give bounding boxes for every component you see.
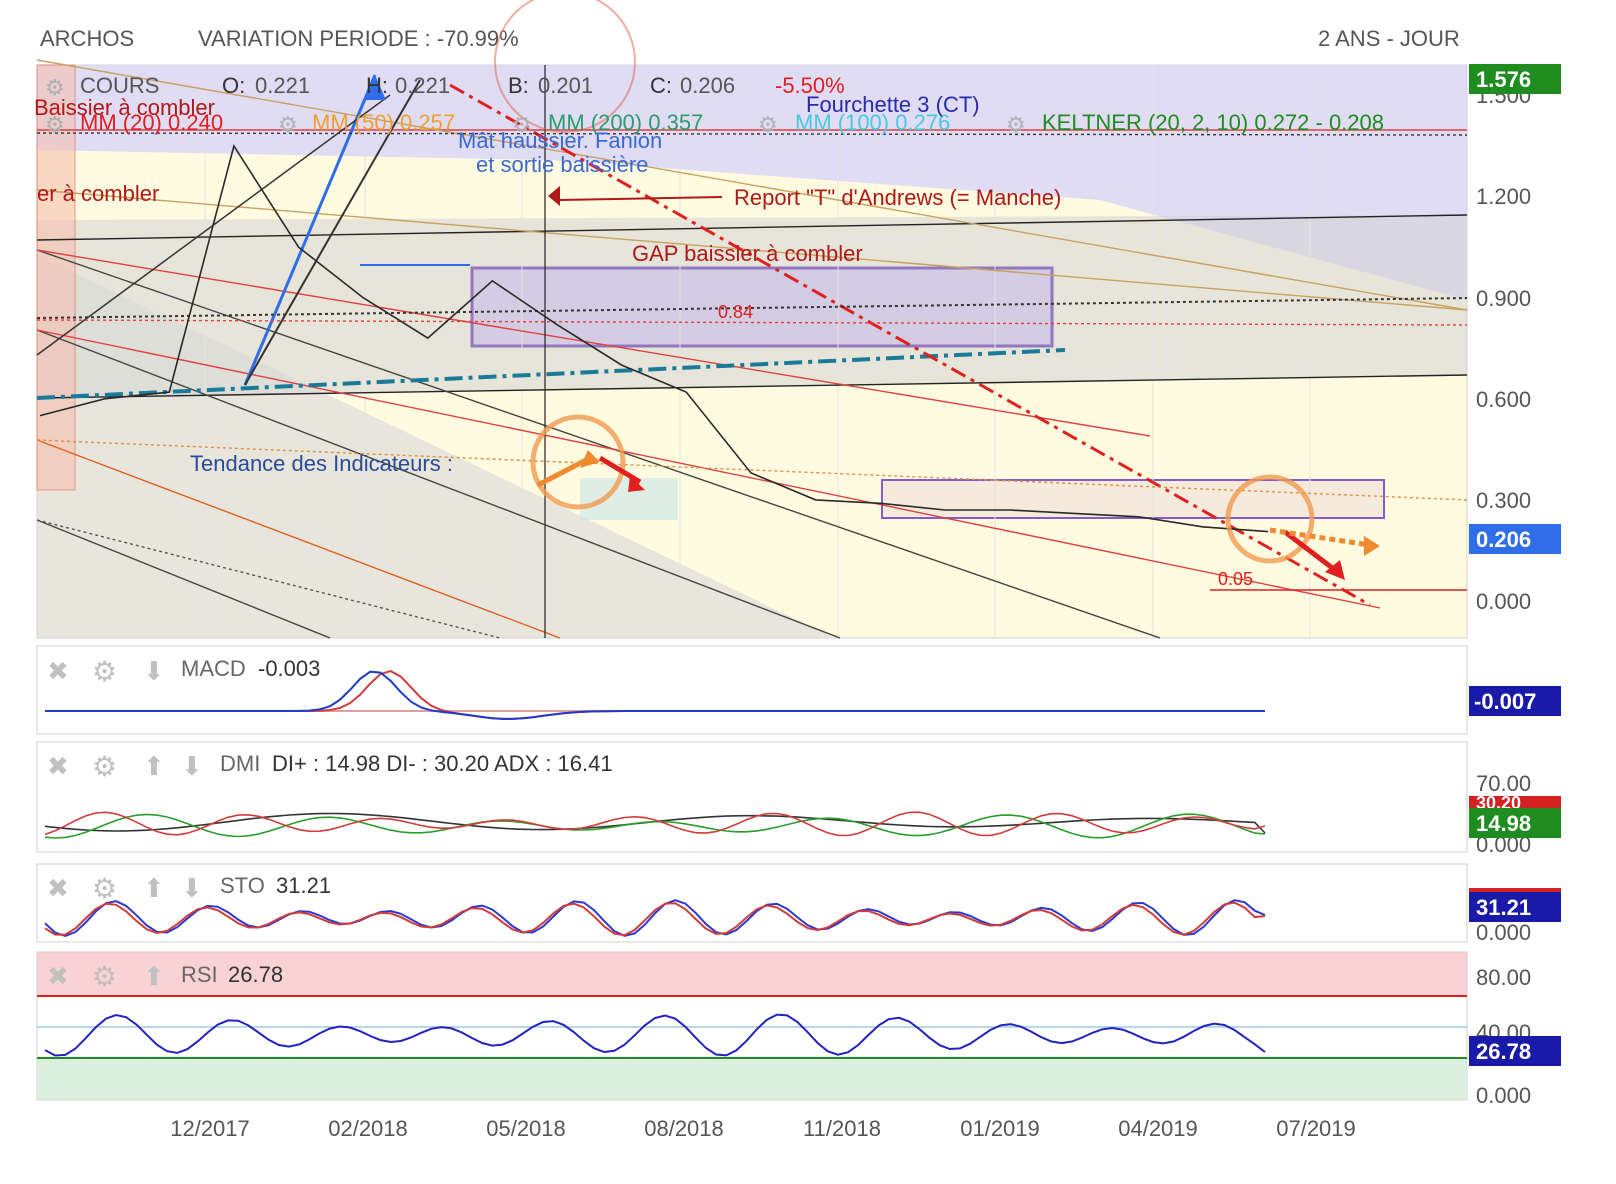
x-tick-label: 07/2019 bbox=[1276, 1116, 1356, 1141]
x-tick-label: 04/2019 bbox=[1118, 1116, 1198, 1141]
gear-icon[interactable]: ⚙ bbox=[1006, 112, 1026, 137]
dmi-label: DMI bbox=[220, 751, 260, 776]
gear-icon[interactable]: ⚙ bbox=[92, 873, 117, 904]
dmi-values: DI+ : 14.98 DI- : 30.20 ADX : 16.41 bbox=[272, 751, 613, 776]
close-icon[interactable]: ✖ bbox=[47, 656, 69, 686]
low-label: B: bbox=[508, 73, 529, 98]
y-tick-label: 0.000 bbox=[1476, 589, 1531, 614]
low-value: 0.201 bbox=[538, 73, 593, 98]
annotation-gap: GAP baissier à combler bbox=[632, 241, 863, 266]
x-axis: 12/2017 02/2018 05/2018 08/2018 11/2018 … bbox=[170, 1116, 1356, 1141]
open-label: O: bbox=[222, 73, 245, 98]
sto-value: 31.21 bbox=[276, 873, 331, 898]
arrow-up-icon[interactable]: ⬆ bbox=[143, 873, 165, 903]
close-value: 0.206 bbox=[680, 73, 735, 98]
close-icon[interactable]: ✖ bbox=[47, 751, 69, 781]
dmi-panel: ✖ ⚙ ⬆ ⬇ DMI DI+ : 14.98 DI- : 30.20 ADX … bbox=[36, 741, 1561, 857]
gear-icon[interactable]: ⚙ bbox=[512, 112, 532, 137]
x-tick-label: 12/2017 bbox=[170, 1116, 250, 1141]
x-tick-label: 02/2018 bbox=[328, 1116, 408, 1141]
sto-badge: 31.21 bbox=[1476, 895, 1531, 920]
macd-badge: -0.007 bbox=[1474, 689, 1536, 714]
annotation-tendance: Tendance des Indicateurs : bbox=[190, 451, 453, 476]
y-tick-label: 0.000 bbox=[1476, 920, 1531, 945]
sto-panel: ✖ ⚙ ⬆ ⬇ STO 31.21 0.000 31.21 bbox=[36, 863, 1561, 945]
high-price-badge: 1.576 bbox=[1476, 67, 1531, 92]
arrow-down-icon[interactable]: ⬇ bbox=[181, 751, 203, 781]
gear-icon[interactable]: ⚙ bbox=[758, 112, 778, 137]
y-tick-label: 0.900 bbox=[1476, 286, 1531, 311]
close-icon[interactable]: ✖ bbox=[47, 961, 69, 991]
high-value: 0.221 bbox=[395, 73, 450, 98]
y-tick-label: 0.000 bbox=[1476, 1083, 1531, 1108]
arrow-up-icon[interactable]: ⬆ bbox=[143, 751, 165, 781]
x-tick-label: 05/2018 bbox=[486, 1116, 566, 1141]
annotation-gap-left-2: er à combler bbox=[37, 181, 159, 206]
gear-icon[interactable]: ⚙ bbox=[45, 112, 65, 137]
stock-chart: COURS O: 0.221 H: 0.221 B: 0.201 C: 0.20… bbox=[34, 0, 1561, 1141]
annotation-fourchette: Fourchette 3 (CT) bbox=[806, 92, 980, 117]
macd-value: -0.003 bbox=[258, 656, 320, 681]
x-tick-label: 11/2018 bbox=[803, 1116, 881, 1141]
arrow-up-icon[interactable]: ⬆ bbox=[143, 961, 165, 991]
high-label: H: bbox=[366, 73, 388, 98]
rsi-panel: ✖ ⚙ ⬆ RSI 26.78 80.00 40.00 0.000 26.78 bbox=[36, 951, 1561, 1108]
arrow-down-icon[interactable]: ⬇ bbox=[143, 656, 165, 686]
rsi-badge: 26.78 bbox=[1476, 1039, 1531, 1064]
rsi-value: 26.78 bbox=[228, 962, 283, 987]
macd-panel: ✖ ⚙ ⬇ MACD -0.003 -0.007 bbox=[36, 645, 1561, 735]
y-tick-label: 0.300 bbox=[1476, 488, 1531, 513]
annotation-mat-2: et sortie baissière bbox=[476, 152, 648, 177]
x-tick-label: 08/2018 bbox=[644, 1116, 724, 1141]
rsi-label: RSI bbox=[181, 962, 218, 987]
di-plus-badge: 14.98 bbox=[1476, 811, 1531, 836]
annotation-andrews: Report "T" d'Andrews (= Manche) bbox=[734, 185, 1061, 210]
y-tick-label: 1.200 bbox=[1476, 184, 1531, 209]
y-tick-label: 0.600 bbox=[1476, 387, 1531, 412]
gear-icon[interactable]: ⚙ bbox=[92, 656, 117, 687]
close-icon[interactable]: ✖ bbox=[47, 873, 69, 903]
close-label: C: bbox=[650, 73, 672, 98]
macd-label: MACD bbox=[181, 656, 246, 681]
keltner-label: KELTNER (20, 2, 10) 0.272 - 0.208 bbox=[1042, 110, 1384, 135]
x-tick-label: 01/2019 bbox=[960, 1116, 1040, 1141]
last-price-badge: 0.206 bbox=[1476, 527, 1531, 552]
price-panel: COURS O: 0.221 H: 0.221 B: 0.201 C: 0.20… bbox=[34, 0, 1561, 639]
arrow-down-icon[interactable]: ⬇ bbox=[181, 873, 203, 903]
mm50-label: MM (50) 0.257 bbox=[312, 110, 455, 135]
annotation-084: 0.84 bbox=[718, 302, 753, 322]
sto-label: STO bbox=[220, 873, 265, 898]
y-tick-label: 80.00 bbox=[1476, 965, 1531, 990]
gear-icon[interactable]: ⚙ bbox=[92, 961, 117, 992]
gear-icon[interactable]: ⚙ bbox=[92, 751, 117, 782]
annotation-005: 0.05 bbox=[1218, 569, 1253, 589]
gear-icon[interactable]: ⚙ bbox=[45, 75, 65, 100]
gear-icon[interactable]: ⚙ bbox=[278, 112, 298, 137]
annotation-mat-1: Mât haussier. Fanion bbox=[458, 128, 662, 153]
open-value: 0.221 bbox=[255, 73, 310, 98]
